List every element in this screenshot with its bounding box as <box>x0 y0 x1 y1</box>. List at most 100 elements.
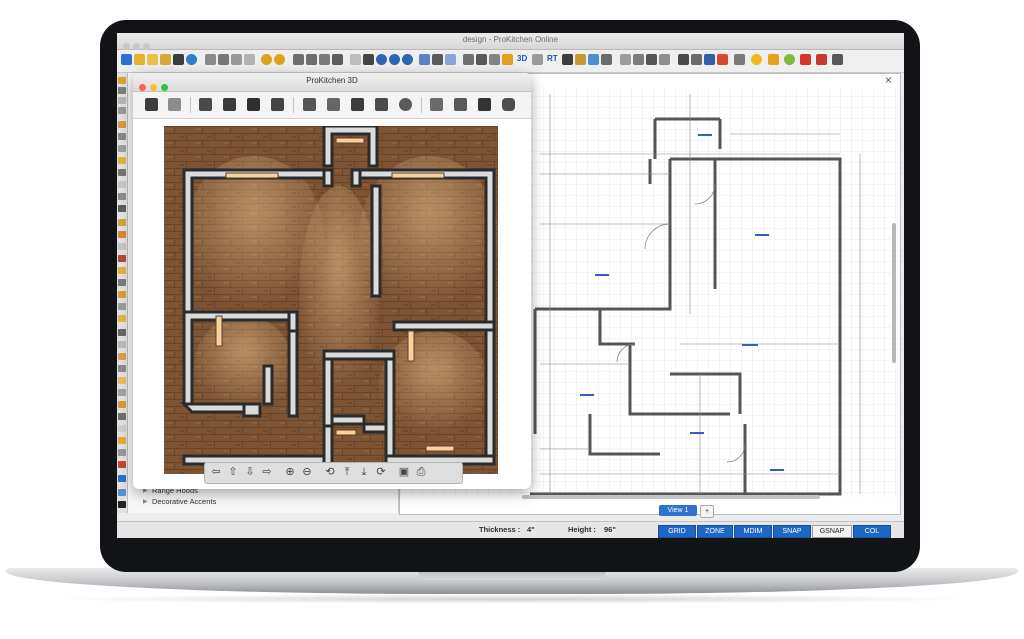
help-icon[interactable] <box>751 54 762 65</box>
zone-toggle[interactable]: ZONE <box>697 525 733 538</box>
folder-save-icon[interactable] <box>160 54 171 65</box>
print-icon[interactable] <box>293 54 304 65</box>
add-view-button[interactable]: + <box>700 505 714 518</box>
list-icon-2[interactable] <box>734 54 745 65</box>
height-value[interactable]: 96" <box>604 525 616 534</box>
zoom-window-button[interactable] <box>143 43 150 50</box>
lamp-icon[interactable] <box>375 98 388 111</box>
counter-tool-icon[interactable] <box>118 181 126 188</box>
redo-icon[interactable] <box>274 54 285 65</box>
align-tool-icon[interactable] <box>118 401 126 408</box>
move-icon[interactable] <box>363 54 374 65</box>
column-tool-icon[interactable] <box>118 303 126 310</box>
check-icon[interactable] <box>478 98 491 111</box>
arrow-down-icon[interactable]: ⇩ <box>243 466 257 479</box>
pen-tool-icon[interactable] <box>118 475 126 482</box>
bulb-icon[interactable] <box>659 54 670 65</box>
sun-icon[interactable] <box>399 98 412 111</box>
close-3d-button[interactable] <box>139 84 146 91</box>
walk-icon[interactable] <box>432 54 443 65</box>
arrow-left-icon[interactable]: ⇦ <box>209 466 223 479</box>
catalog-icon[interactable] <box>502 54 513 65</box>
arc-icon[interactable] <box>118 107 126 114</box>
zoom-out-icon[interactable]: ⊖ <box>300 466 314 479</box>
zoom-3d-button[interactable] <box>161 84 168 91</box>
wall-icon[interactable] <box>575 54 586 65</box>
print-preview-icon[interactable] <box>306 54 317 65</box>
new-icon[interactable] <box>121 54 132 65</box>
scroll-down-icon[interactable] <box>118 501 126 508</box>
flag-red-icon[interactable] <box>800 54 811 65</box>
export-icon[interactable] <box>332 54 343 65</box>
rt-render-button[interactable]: RT <box>547 54 558 65</box>
cut-icon[interactable] <box>218 54 229 65</box>
rotate-left-icon[interactable]: ⟲ <box>323 466 337 479</box>
globe-icon[interactable] <box>784 54 795 65</box>
window-tool-icon[interactable] <box>118 145 126 152</box>
zoom-out-icon[interactable] <box>389 54 400 65</box>
rotate-right-icon[interactable]: ⟳ <box>374 466 388 479</box>
camera-tool-icon[interactable] <box>118 329 126 336</box>
cylinder-icon[interactable] <box>502 98 515 111</box>
list-icon[interactable] <box>489 54 500 65</box>
zoom-in-icon[interactable] <box>376 54 387 65</box>
erase-tool-icon[interactable] <box>118 425 126 432</box>
flip-tool-icon[interactable] <box>118 461 126 468</box>
move-icon[interactable] <box>199 98 212 111</box>
window-icon[interactable] <box>633 54 644 65</box>
minimize-window-button[interactable] <box>133 43 140 50</box>
close-window-button[interactable] <box>123 43 130 50</box>
delete-icon[interactable] <box>244 54 255 65</box>
elevation-icon[interactable] <box>476 54 487 65</box>
mirror-tool-icon[interactable] <box>118 449 126 456</box>
horizontal-scrollbar[interactable] <box>522 495 820 499</box>
folder-icon[interactable] <box>147 54 158 65</box>
dimension-tool-icon[interactable] <box>118 219 126 226</box>
catalog-item-decorative-accents[interactable]: Decorative Accents <box>152 497 216 506</box>
3d-render-view[interactable] <box>164 126 498 474</box>
paint-tool-icon[interactable] <box>118 437 126 444</box>
minimize-3d-button[interactable] <box>150 84 157 91</box>
vertical-scrollbar[interactable] <box>892 223 896 363</box>
door-tool-icon[interactable] <box>118 133 126 140</box>
3d-view-button[interactable]: 3D <box>517 54 527 65</box>
rotate-down-icon[interactable]: ⤓ <box>357 466 371 479</box>
sink-tool-icon[interactable] <box>118 193 126 200</box>
stair-tool-icon[interactable] <box>118 291 126 298</box>
mdim-toggle[interactable]: MDIM <box>734 525 772 538</box>
cabinet-icon[interactable] <box>588 54 599 65</box>
cube-top-icon[interactable] <box>271 98 284 111</box>
screen-icon[interactable]: ▣ <box>397 466 411 479</box>
chevron-right-icon[interactable]: ▶ <box>143 498 148 505</box>
arrow-right-icon[interactable]: ⇨ <box>260 466 274 479</box>
pin-icon[interactable] <box>678 54 689 65</box>
report-icon[interactable] <box>816 54 827 65</box>
render-icon[interactable] <box>562 54 573 65</box>
door-icon[interactable] <box>620 54 631 65</box>
undo-icon[interactable] <box>261 54 272 65</box>
col-toggle[interactable]: COL <box>853 525 891 538</box>
paste-icon[interactable] <box>231 54 242 65</box>
soffit-tool-icon[interactable] <box>118 315 126 322</box>
zoom-in-icon[interactable]: ⊕ <box>283 466 297 479</box>
line-icon[interactable] <box>118 87 126 94</box>
measure-tool-icon[interactable] <box>118 413 126 420</box>
gsnap-toggle[interactable]: GSNAP <box>812 525 852 538</box>
open-folder-icon[interactable] <box>134 54 145 65</box>
room-icon[interactable] <box>430 98 443 111</box>
arrow-up-icon[interactable]: ⇧ <box>226 466 240 479</box>
room-tool-icon[interactable] <box>118 341 126 348</box>
wall-tool-icon[interactable] <box>118 121 126 128</box>
cube-front-icon[interactable] <box>223 98 236 111</box>
zoom-fit-icon[interactable] <box>402 54 413 65</box>
settings-icon[interactable] <box>186 54 197 65</box>
warning-icon[interactable] <box>768 54 779 65</box>
text-tool-icon[interactable] <box>118 205 126 212</box>
layers-icon[interactable] <box>445 54 456 65</box>
grid-icon[interactable] <box>463 54 474 65</box>
lock-tool-icon[interactable] <box>118 489 126 496</box>
flag-icon[interactable] <box>717 54 728 65</box>
monitor-icon[interactable] <box>691 54 702 65</box>
appliance-icon[interactable] <box>601 54 612 65</box>
info-icon[interactable] <box>704 54 715 65</box>
